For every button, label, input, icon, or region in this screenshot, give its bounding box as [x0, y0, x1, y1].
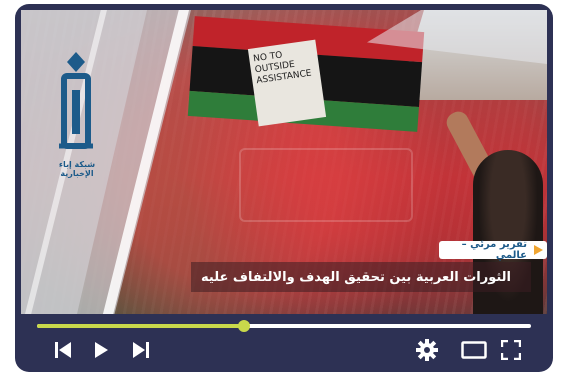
theater-mode-button[interactable] — [459, 338, 489, 362]
fullscreen-icon — [501, 340, 521, 360]
fullscreen-button[interactable] — [499, 338, 523, 362]
report-tag-label: تقرير مرئي – عالمي — [461, 239, 527, 261]
tag-play-icon — [534, 245, 543, 255]
seek-bar-progress — [37, 324, 245, 328]
settings-gear-icon — [416, 339, 438, 361]
caption-bar: الثورات العربية بين تحقيق الهدف والالتفا… — [191, 262, 531, 292]
watermark-box — [239, 148, 413, 222]
video-player: NO TO OUTSIDE ASSISTANCE شبكة إباء الإخب… — [15, 4, 553, 372]
seek-bar-handle[interactable] — [238, 320, 251, 332]
skip-back-button[interactable] — [51, 338, 75, 362]
channel-logo-icon — [55, 50, 97, 152]
skip-forward-icon — [131, 341, 151, 359]
theater-mode-icon — [461, 341, 487, 359]
settings-button[interactable] — [415, 338, 439, 362]
skip-forward-button[interactable] — [129, 338, 153, 362]
channel-logo-text: شبكة إباء الإخبارية — [58, 160, 96, 178]
video-caption: الثورات العربية بين تحقيق الهدف والالتفا… — [201, 270, 511, 285]
protest-sign: NO TO OUTSIDE ASSISTANCE — [247, 39, 327, 127]
skip-back-icon — [53, 341, 73, 359]
play-icon — [93, 341, 109, 359]
player-controls — [15, 314, 553, 372]
report-tag: تقرير مرئي – عالمي — [439, 239, 547, 261]
play-button[interactable] — [89, 338, 113, 362]
seek-bar[interactable] — [37, 320, 531, 332]
video-frame[interactable]: NO TO OUTSIDE ASSISTANCE شبكة إباء الإخب… — [21, 10, 547, 314]
